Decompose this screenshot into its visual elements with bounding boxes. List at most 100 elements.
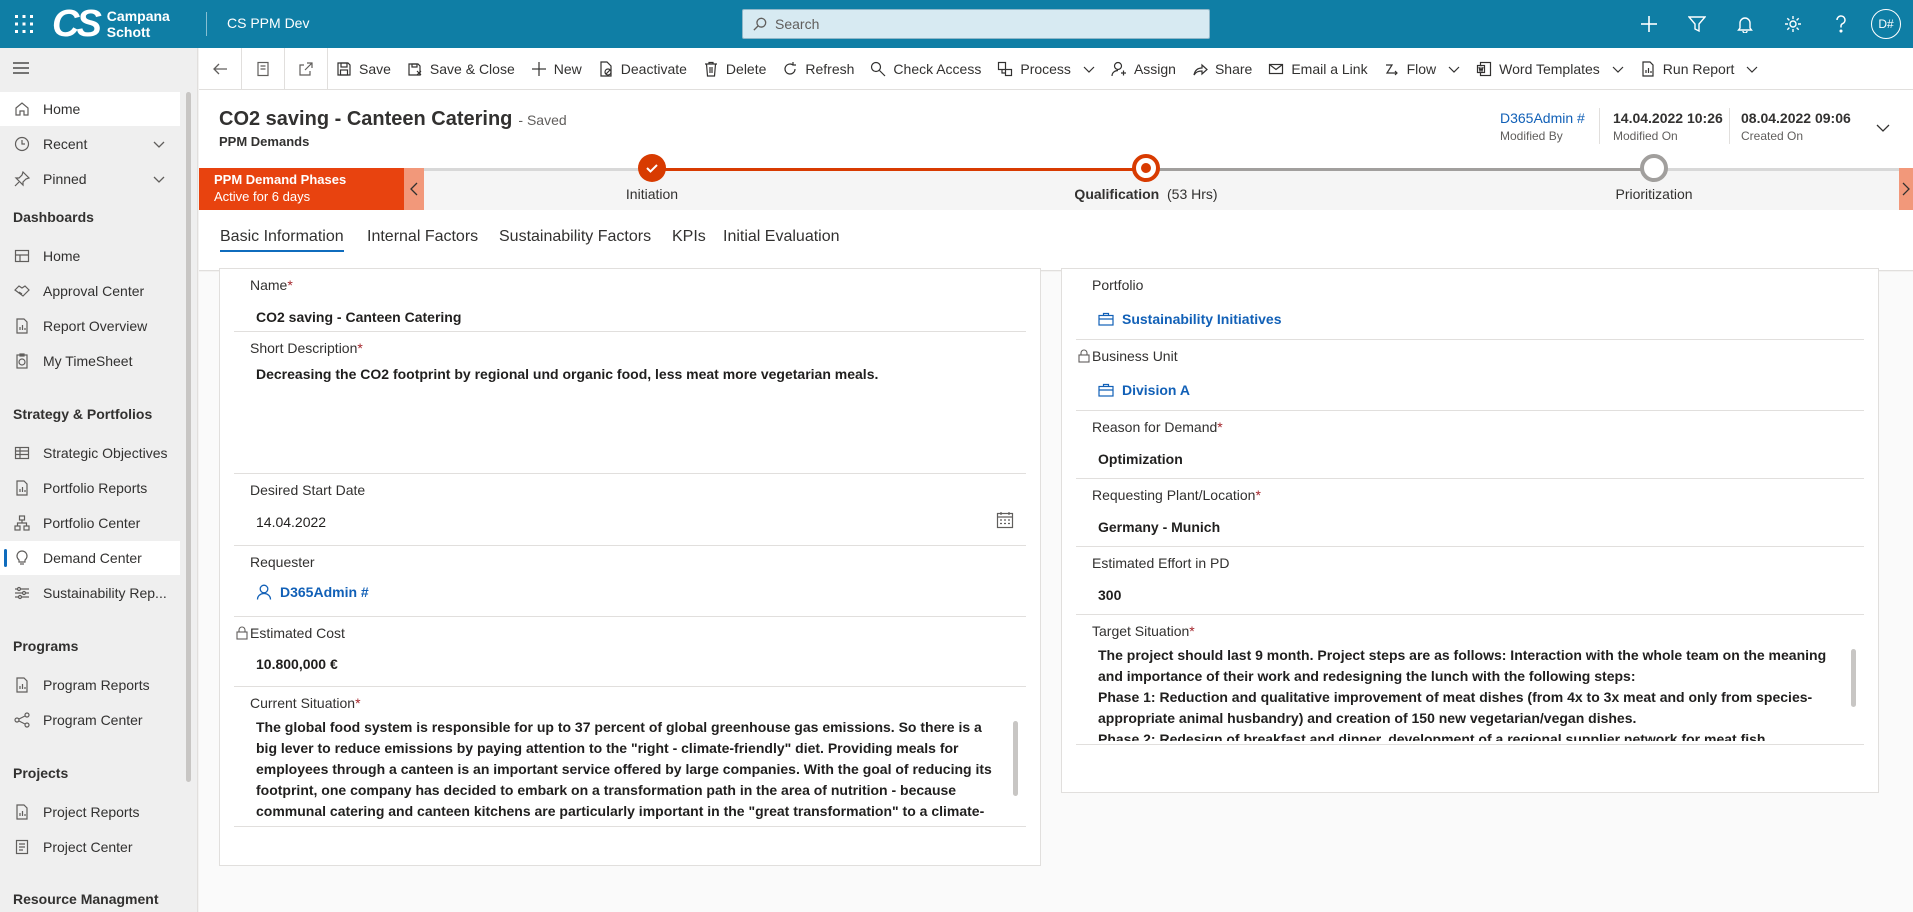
bpf-stage-prioritization-node[interactable] bbox=[1640, 154, 1668, 182]
sidebar-item-demand-center[interactable]: Demand Center bbox=[0, 541, 180, 575]
requester-link[interactable]: D365Admin # bbox=[256, 584, 369, 600]
hamburger-menu-icon[interactable] bbox=[12, 59, 30, 77]
delete-button[interactable]: Delete bbox=[695, 48, 774, 90]
sidebar-item-portfolio-center[interactable]: Portfolio Center bbox=[0, 506, 180, 540]
sidebar-item-home[interactable]: Home bbox=[0, 92, 180, 126]
checkmark-icon bbox=[646, 164, 658, 173]
sidebar-item-label: Home bbox=[43, 101, 81, 117]
tab-basic-information[interactable]: Basic Information bbox=[220, 228, 344, 252]
effort-input[interactable]: 300 bbox=[1098, 587, 1121, 603]
portfolio-link[interactable]: Sustainability Initiatives bbox=[1098, 311, 1282, 327]
sidebar-item-project-reports[interactable]: Project Reports bbox=[0, 795, 180, 829]
sidebar-item-program-center[interactable]: Program Center bbox=[0, 703, 180, 737]
tab-kpis[interactable]: KPIs bbox=[672, 228, 706, 246]
gear-icon[interactable] bbox=[1769, 0, 1817, 48]
sidebar-item-my-timesheet[interactable]: My TimeSheet bbox=[0, 344, 180, 378]
sliders-icon bbox=[15, 586, 29, 600]
email-link-button[interactable]: Email a Link bbox=[1260, 48, 1375, 90]
assign-button[interactable]: Assign bbox=[1103, 48, 1184, 90]
deactivate-button[interactable]: Deactivate bbox=[590, 48, 695, 90]
target-situation-textarea[interactable]: The project should last 9 month. Project… bbox=[1098, 645, 1834, 741]
sidebar-item-approval-center[interactable]: Approval Center bbox=[0, 274, 180, 308]
new-button[interactable]: New bbox=[523, 48, 590, 90]
field-requester: Requester D365Admin # bbox=[234, 546, 1026, 617]
calendar-icon[interactable] bbox=[996, 511, 1014, 529]
handshake-icon bbox=[14, 285, 30, 297]
app-name[interactable]: CS PPM Dev bbox=[227, 15, 309, 31]
start-date-input[interactable]: 14.04.2022 bbox=[256, 514, 326, 530]
tab-initial-evaluation[interactable]: Initial Evaluation bbox=[723, 228, 840, 246]
save-button[interactable]: Save bbox=[328, 48, 399, 90]
plant-select[interactable]: Germany - Munich bbox=[1098, 519, 1220, 535]
bpf-stage-prioritization[interactable]: Prioritization bbox=[1615, 186, 1692, 202]
help-icon[interactable] bbox=[1817, 0, 1865, 48]
briefcase-icon bbox=[1098, 383, 1114, 397]
chevron-down-icon bbox=[1612, 66, 1624, 73]
refresh-button[interactable]: Refresh bbox=[774, 48, 862, 90]
process-icon bbox=[998, 61, 1013, 76]
back-button[interactable] bbox=[199, 48, 241, 90]
bpf-next-button[interactable] bbox=[1899, 168, 1913, 210]
email-icon bbox=[1269, 63, 1284, 74]
bpf-process-box[interactable]: PPM Demand Phases Active for 6 days bbox=[199, 168, 424, 210]
current-situation-scrollbar[interactable] bbox=[1013, 721, 1018, 796]
bpf-stage-qualification[interactable]: Qualification (53 Hrs) bbox=[1074, 186, 1217, 202]
share-button[interactable]: Share bbox=[1184, 48, 1260, 90]
dashboard-icon bbox=[14, 249, 30, 263]
table-icon bbox=[14, 446, 30, 460]
open-new-window-button[interactable] bbox=[285, 48, 327, 90]
company-logo[interactable]: CS Campana Schott bbox=[52, 5, 170, 43]
sidebar-scrollbar[interactable] bbox=[186, 92, 191, 782]
form-view-button[interactable] bbox=[242, 48, 284, 90]
bpf-stage-initiation[interactable]: Initiation bbox=[626, 186, 678, 202]
filter-icon[interactable] bbox=[1673, 0, 1721, 48]
sidebar-item-report-overview[interactable]: Report Overview bbox=[0, 309, 180, 343]
reason-select[interactable]: Optimization bbox=[1098, 451, 1183, 467]
sidebar-item-program-reports[interactable]: Program Reports bbox=[0, 668, 180, 702]
word-icon bbox=[1477, 61, 1492, 76]
app-launcher-icon[interactable] bbox=[12, 12, 36, 36]
plus-icon[interactable] bbox=[1625, 0, 1673, 48]
sidebar-item-project-center[interactable]: Project Center bbox=[0, 830, 180, 864]
key-search-icon bbox=[871, 61, 886, 76]
tab-internal-factors[interactable]: Internal Factors bbox=[367, 228, 478, 246]
save-close-button[interactable]: Save & Close bbox=[399, 48, 523, 90]
bpf-prev-button[interactable] bbox=[404, 168, 424, 210]
sidebar-item-pinned[interactable]: Pinned bbox=[0, 162, 180, 196]
run-report-button[interactable]: Run Report bbox=[1632, 48, 1767, 90]
name-input[interactable]: CO2 saving - Canteen Catering bbox=[256, 309, 461, 325]
plus-icon bbox=[531, 61, 546, 76]
search-input[interactable]: Search bbox=[742, 9, 1210, 39]
bpf-stage-qualification-node[interactable] bbox=[1132, 154, 1160, 182]
bpf-stage-initiation-node[interactable] bbox=[638, 154, 666, 182]
header-expand-chevron-icon[interactable] bbox=[1875, 120, 1891, 136]
sidebar-item-label: Strategic Objectives bbox=[43, 445, 168, 461]
sidebar-item-label: Home bbox=[43, 248, 81, 264]
estimated-cost-value: 10.800,000 € bbox=[256, 656, 338, 672]
sidebar-item-dashboard-home[interactable]: Home bbox=[0, 239, 180, 273]
bell-icon[interactable] bbox=[1721, 0, 1769, 48]
short-description-input[interactable]: Decreasing the CO2 footprint by regional… bbox=[256, 366, 878, 382]
sidebar-item-portfolio-reports[interactable]: Portfolio Reports bbox=[0, 471, 180, 505]
report-icon bbox=[16, 677, 28, 693]
process-button[interactable]: Process bbox=[989, 48, 1103, 90]
person-icon bbox=[1111, 61, 1126, 76]
sidebar-item-label: Program Center bbox=[43, 712, 143, 728]
header-modified-by: D365Admin # Modified By bbox=[1500, 110, 1585, 143]
network-icon bbox=[14, 712, 30, 728]
word-templates-button[interactable]: Word Templates bbox=[1468, 48, 1632, 90]
modified-by-link[interactable]: D365Admin # bbox=[1500, 110, 1585, 126]
current-situation-textarea[interactable]: The global food system is responsible fo… bbox=[256, 717, 996, 821]
tab-sustainability-factors[interactable]: Sustainability Factors bbox=[499, 228, 651, 246]
sidebar-item-sustainability-reports[interactable]: Sustainability Rep... bbox=[0, 576, 180, 610]
business-unit-link[interactable]: Division A bbox=[1098, 382, 1190, 398]
sidebar-item-strategic-objectives[interactable]: Strategic Objectives bbox=[0, 436, 180, 470]
sidebar-group-resource: Resource Managment bbox=[13, 891, 159, 907]
sidebar-item-recent[interactable]: Recent bbox=[0, 127, 180, 161]
hierarchy-icon bbox=[14, 515, 30, 531]
bpf-process-name: PPM Demand Phases bbox=[214, 172, 347, 187]
target-situation-scrollbar[interactable] bbox=[1851, 649, 1856, 707]
flow-button[interactable]: Flow bbox=[1376, 48, 1469, 90]
check-access-button[interactable]: Check Access bbox=[862, 48, 989, 90]
user-avatar[interactable]: D# bbox=[1871, 9, 1901, 39]
